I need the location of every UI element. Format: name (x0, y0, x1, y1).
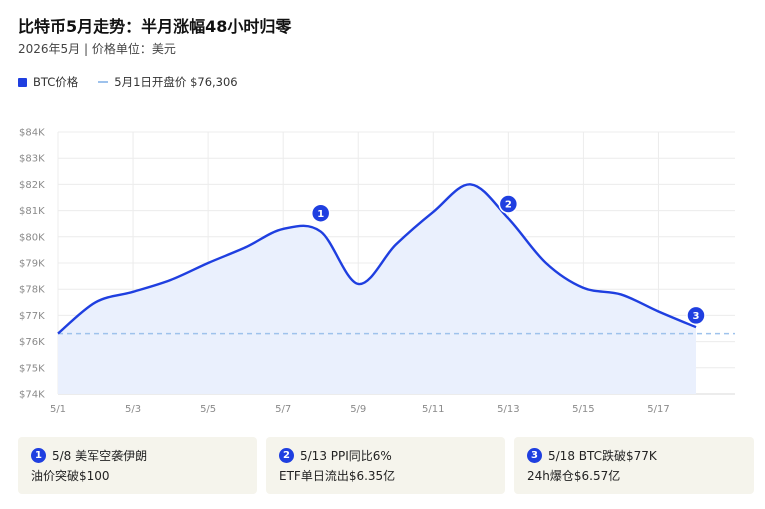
y-tick-label: $78K (19, 285, 45, 296)
annotation-detail: ETF单日流出$6.35亿 (279, 469, 396, 483)
annotation-detail: 24h爆仓$6.57亿 (527, 469, 621, 483)
legend-swatch-reference (98, 81, 109, 83)
y-tick-label: $79K (19, 259, 45, 270)
annotation-card-2: 2 5/13 PPI同比6% ETF单日流出$6.35亿 (266, 437, 505, 494)
event-marker: 1 (310, 203, 331, 223)
y-tick-label: $74K (19, 390, 45, 401)
y-axis-ticks: $74K $75K $76K $77K $78K $79K $80K $81K $82K $83K… (19, 128, 45, 401)
annotation-detail: 油价突破$100 (31, 469, 110, 483)
y-tick-label: $75K (19, 363, 45, 374)
event-marker-label: 3 (693, 311, 700, 322)
legend-label-btc: BTC价格 (33, 75, 79, 89)
y-tick-label: $84K (19, 128, 45, 139)
annotation-number-badge: 2 (279, 447, 294, 463)
y-tick-label: $83K (19, 154, 45, 165)
legend: BTC价格 5月1日开盘价 $76,306 (18, 74, 238, 90)
x-tick-label: 5/3 (125, 404, 141, 415)
annotation-title: 5/13 PPI同比6% (300, 448, 392, 463)
y-tick-label: $80K (19, 232, 45, 243)
event-marker: 3 (686, 305, 706, 326)
annotation-card-3: 3 5/18 BTC跌破$77K 24h爆仓$6.57亿 (514, 437, 754, 494)
x-tick-label: 5/17 (647, 404, 669, 415)
btc-price-chart: $74K $75K $76K $77K $78K $79K $80K $81K $82K $83K… (19, 128, 735, 415)
event-marker-label: 2 (505, 200, 512, 211)
x-tick-label: 5/1 (50, 404, 66, 415)
event-marker: 2 (498, 194, 519, 214)
chart-subtitle: 2026年5月 | 价格单位：美元 (18, 42, 176, 56)
x-tick-label: 5/15 (572, 404, 594, 415)
y-tick-label: $76K (19, 337, 45, 348)
event-marker-label: 1 (317, 209, 324, 220)
x-axis-ticks: 5/1 5/3 5/5 5/7 5/9 5/11 5/13 5/15 5/17 (50, 404, 670, 415)
y-tick-label: $77K (19, 311, 45, 322)
annotation-card-1: 1 5/8 美军空袭伊朗 油价突破$100 (18, 437, 257, 494)
annotation-cards: 1 5/8 美军空袭伊朗 油价突破$100 2 5/13 PPI同比6% ETF… (18, 437, 754, 494)
legend-swatch-btc (18, 77, 27, 87)
annotation-number-badge: 1 (31, 447, 46, 463)
chart-title: 比特币5月走势：半月涨幅48小时归零 (18, 17, 292, 36)
legend-label-reference: 5月1日开盘价 $76,306 (114, 75, 238, 89)
annotation-number-badge: 3 (527, 447, 542, 463)
y-tick-label: $81K (19, 206, 45, 217)
annotation-title: 5/18 BTC跌破$77K (548, 448, 657, 463)
x-tick-label: 5/5 (200, 404, 216, 415)
x-tick-label: 5/13 (497, 404, 519, 415)
annotation-title: 5/8 美军空袭伊朗 (52, 448, 148, 463)
x-tick-label: 5/11 (422, 404, 444, 415)
y-tick-label: $82K (19, 180, 45, 191)
x-tick-label: 5/9 (350, 404, 366, 415)
x-tick-label: 5/7 (275, 404, 291, 415)
